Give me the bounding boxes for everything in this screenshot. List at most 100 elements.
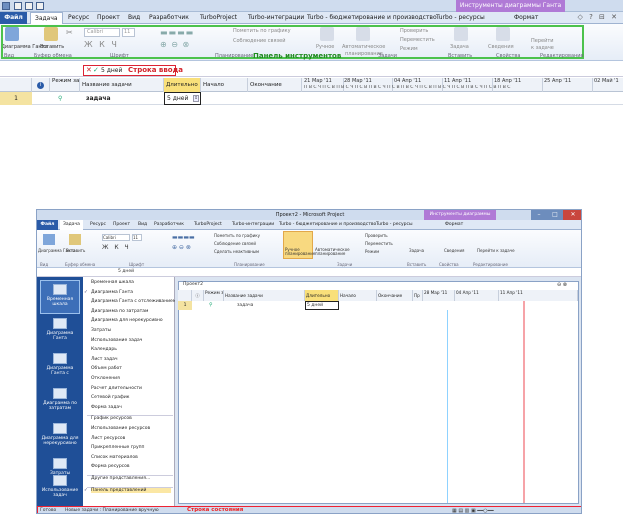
menu-item[interactable]: Форма ресурсов — [91, 464, 130, 469]
tab-turbo-budget[interactable]: Turbo - бюджетирование и производство — [276, 220, 379, 230]
tab-task[interactable]: Задача — [30, 12, 63, 24]
tab-file[interactable]: Файл — [37, 220, 58, 230]
tab-turbo-integration[interactable]: Turbo-интеграции — [229, 220, 277, 230]
column-predecessors[interactable]: Пр — [413, 290, 423, 301]
progress-buttons-icon[interactable]: ▬▬▬▬ — [172, 234, 195, 241]
menu-item[interactable]: Лист ресурсов — [91, 436, 125, 441]
menu-item[interactable]: Диаграмма по затратам — [91, 309, 148, 314]
row-number[interactable]: 1 — [0, 92, 32, 105]
tab-turboproject[interactable]: TurboProject — [196, 12, 241, 24]
menu-item[interactable]: Диаграмма для нерекурсивно — [91, 318, 163, 323]
save-icon[interactable] — [14, 2, 22, 10]
view-shortcuts[interactable]: ▦ ▤ ▥ ▣ ━━○━━ — [452, 508, 494, 513]
font-name-select[interactable]: Calibri — [102, 234, 130, 241]
maximize-button[interactable]: □ — [547, 210, 563, 220]
minimize-button[interactable]: – — [531, 210, 547, 220]
view-gantt[interactable]: Диаграмма Ганта — [40, 315, 80, 349]
move-button[interactable]: Переместить — [365, 241, 393, 246]
check-button[interactable]: Проверить — [365, 233, 388, 238]
goto-task-label[interactable]: Перейти к задаче — [477, 248, 515, 253]
row-number[interactable]: 1 — [178, 301, 192, 310]
menu-item[interactable]: Список материалов — [91, 455, 138, 460]
menu-item[interactable]: Отклонения — [91, 376, 120, 381]
select-all-corner[interactable] — [178, 290, 192, 301]
details-label[interactable]: Сведения — [444, 248, 464, 253]
close-button[interactable]: ✕ — [563, 210, 581, 220]
menu-item[interactable]: Расчет длительности — [91, 386, 142, 391]
tab-turbo-budget[interactable]: Turbo - бюджетирование и производство — [303, 12, 441, 24]
tab-turbo-integration[interactable]: Turbo-интеграции — [244, 12, 308, 24]
menu-item[interactable]: Форма задач — [91, 405, 122, 410]
mode-button[interactable]: Режим — [365, 249, 379, 254]
mark-on-track-button[interactable]: Пометить по графику — [214, 233, 260, 238]
tab-task[interactable]: Задача — [60, 220, 83, 230]
undo-icon[interactable] — [25, 2, 33, 10]
confirm-entry-icon[interactable]: ✓ — [93, 66, 99, 74]
view-task-usage[interactable]: Использование задач — [40, 472, 80, 506]
menu-item[interactable]: Лист задач — [91, 357, 118, 362]
tab-view[interactable]: Вид — [135, 220, 150, 230]
tab-developer[interactable]: Разработчик — [151, 220, 187, 230]
column-duration[interactable]: Длительно — [164, 78, 201, 92]
redo-icon[interactable] — [36, 2, 44, 10]
menu-item[interactable]: Прикрепленные групп — [91, 445, 145, 450]
tab-developer[interactable]: Разработчик — [145, 12, 193, 24]
column-task-name[interactable]: Название задачи — [80, 78, 164, 92]
font-style-buttons[interactable]: Ж К Ч — [102, 244, 131, 251]
entry-bar-value[interactable]: 5 дней — [101, 67, 122, 74]
paste-icon[interactable] — [69, 234, 81, 245]
duration-spinner[interactable]: ⇕ — [193, 95, 199, 102]
column-start[interactable]: Начало — [201, 78, 248, 92]
column-task-mode[interactable]: Режим задачи — [50, 78, 80, 92]
window-help-icons[interactable]: ◇ ? ⊟ ✕ — [577, 13, 619, 21]
tab-project[interactable]: Проект — [93, 12, 124, 24]
column-duration[interactable]: Длительно — [305, 290, 339, 301]
cancel-entry-icon[interactable]: ✕ — [86, 66, 92, 74]
menu-item[interactable]: Затраты — [91, 328, 111, 333]
respect-links-button[interactable]: Соблюдение связей — [214, 241, 256, 246]
font-size-select[interactable]: 11 — [132, 234, 142, 241]
menu-item[interactable]: Диаграмма Ганта — [84, 290, 133, 295]
menu-item[interactable]: Календарь — [91, 347, 117, 352]
menu-item[interactable]: Сетевой график — [91, 395, 130, 400]
tab-resource[interactable]: Ресурс — [64, 12, 93, 24]
menu-item[interactable]: Временная шкала — [91, 280, 134, 285]
tab-project[interactable]: Проект — [110, 220, 133, 230]
menu-item[interactable]: График ресурсов — [91, 416, 132, 421]
inactivate-button[interactable]: Сделать неактивным — [214, 249, 259, 254]
menu-item[interactable]: Панель представлений — [84, 487, 171, 493]
column-task-name[interactable]: Название задачи — [224, 290, 305, 301]
entry-bar-value[interactable]: 5 дней — [118, 269, 134, 274]
task-name-cell[interactable]: задача — [237, 303, 253, 308]
menu-item[interactable]: Диаграмма Ганта с отслеживанием — [91, 299, 176, 304]
select-all-corner[interactable] — [0, 78, 32, 92]
status-new-tasks[interactable]: Новые задачи : Планирование вручную — [65, 508, 159, 513]
view-timeline[interactable]: Временная шкала — [40, 280, 80, 314]
task-name-cell[interactable]: задача — [86, 92, 111, 105]
menu-item[interactable]: Использование задач — [91, 338, 142, 343]
column-finish[interactable]: Окончание — [248, 78, 302, 92]
view-nonrecursive[interactable]: Диаграмма для нерекурсивно — [40, 420, 80, 454]
tab-resource[interactable]: Ресурс — [87, 220, 109, 230]
task-insert-label[interactable]: Задача — [409, 248, 424, 253]
tab-turbo-resources[interactable]: Turbo - ресурсы — [373, 220, 416, 230]
tab-view[interactable]: Вид — [124, 12, 144, 24]
link-buttons-icon[interactable]: ⊕ ⊖ ⊗ — [172, 244, 191, 251]
indicators-column[interactable]: i — [32, 78, 50, 92]
tab-turbo-resources[interactable]: Turbo - ресурсы — [432, 12, 489, 24]
column-task-mode[interactable]: Режим задачи — [204, 290, 224, 301]
tab-format[interactable]: Формат — [510, 12, 542, 24]
view-cost[interactable]: Диаграмма по затратам — [40, 385, 80, 419]
project-window-controls[interactable]: ⊖ ⊗ — [557, 282, 567, 288]
view-gantt-tracking[interactable]: Диаграмма Ганта с — [40, 350, 80, 384]
column-finish[interactable]: Окончание — [377, 290, 413, 301]
auto-schedule-label[interactable]: Автоматическое планирование — [315, 248, 357, 256]
menu-item[interactable]: Объем работ — [91, 366, 122, 371]
column-start[interactable]: Начало — [339, 290, 377, 301]
menu-item[interactable]: Использование ресурсов — [91, 426, 150, 431]
menu-item[interactable]: Другие представления... — [91, 476, 150, 481]
indicators-column[interactable]: ⓘ — [192, 290, 204, 301]
gantt-view-icon[interactable] — [43, 234, 55, 245]
tab-format[interactable]: Формат — [442, 220, 466, 230]
tab-file[interactable]: Файл — [0, 12, 27, 24]
